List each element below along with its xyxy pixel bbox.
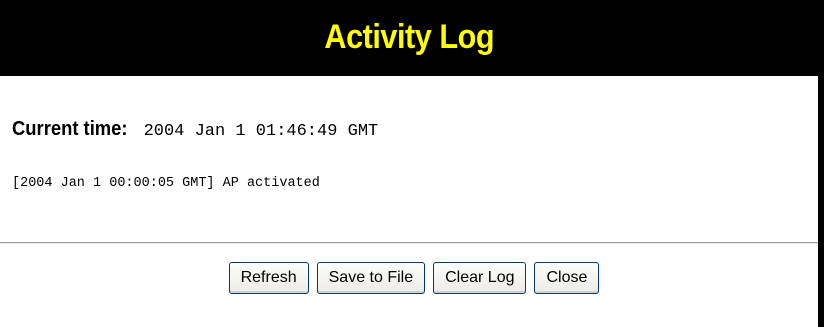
button-row: Refresh Save to File Clear Log Close xyxy=(0,262,818,294)
clear-log-button[interactable]: Clear Log xyxy=(433,262,527,294)
current-time-value: 2004 Jan 1 01:46:49 GMT xyxy=(143,122,379,141)
header-bar: Activity Log xyxy=(0,0,818,76)
divider xyxy=(0,242,818,244)
close-button[interactable]: Close xyxy=(534,262,600,294)
refresh-button[interactable]: Refresh xyxy=(228,262,309,294)
log-entry: [2004 Jan 1 00:00:05 GMT] AP activated xyxy=(12,176,320,191)
current-time-label: Current time: xyxy=(12,118,128,140)
current-time-row: Current time: 2004 Jan 1 01:46:49 GMT xyxy=(12,118,378,141)
activity-log-window: Activity Log Current time: 2004 Jan 1 01… xyxy=(0,0,824,327)
save-to-file-button[interactable]: Save to File xyxy=(316,262,426,294)
page-title: Activity Log xyxy=(324,17,494,56)
log-entries: [2004 Jan 1 00:00:05 GMT] AP activated xyxy=(12,176,320,191)
